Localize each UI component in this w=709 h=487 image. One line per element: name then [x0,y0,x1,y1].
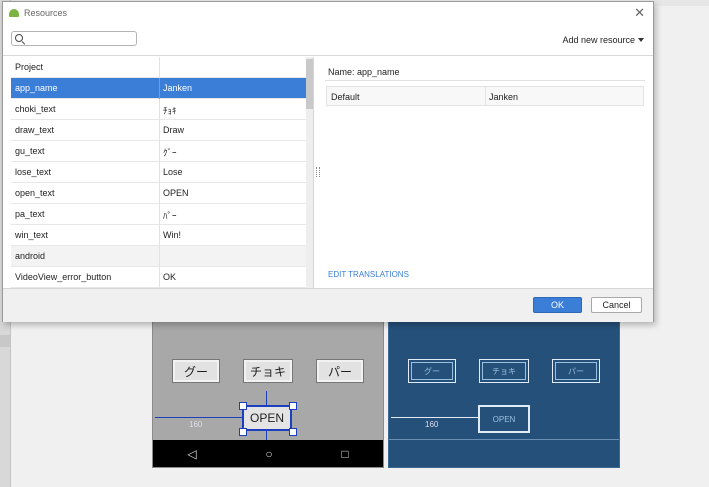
blueprint-choki-button[interactable]: チョキ [479,359,529,383]
resource-row[interactable]: pa_text ﾊﾟｰ [11,204,306,225]
resource-row[interactable]: win_text Win! [11,225,306,246]
home-icon[interactable]: ○ [265,447,272,461]
ok-button[interactable]: OK [533,297,582,313]
column-divider [159,99,160,120]
translations-table: Default Janken [326,86,644,106]
margin-label: 160 [189,420,203,429]
resource-key: pa_text [15,209,45,219]
column-divider [159,246,160,267]
divider [325,80,645,81]
resource-value: ｸﾞｰ [163,148,177,158]
resize-handle[interactable] [239,428,247,436]
blueprint-nav-bar [389,439,619,467]
group-label: android [15,251,46,261]
resource-row[interactable]: draw_text Draw [11,120,306,141]
column-divider [159,204,160,225]
constraint-spring [266,391,267,405]
close-icon[interactable]: ✕ [634,5,645,21]
resource-row[interactable]: choki_text ﾁｮｷ [11,99,306,120]
resource-value: OK [163,272,177,282]
preview-gu-button[interactable]: グー [172,359,220,383]
resize-handle[interactable] [239,402,247,410]
blueprint-gu-button[interactable]: グー [408,359,456,383]
blueprint-constraint-line [391,417,478,418]
group-header-project: Project [11,57,306,78]
preview-open-button[interactable]: OPEN [242,405,292,431]
locale-value[interactable]: Janken [489,92,518,102]
resource-key: win_text [15,230,49,240]
preview-choki-button[interactable]: チョキ [243,359,293,383]
design-preview: グー チョキ パー 160 OPEN ◁ ○ □ [152,318,384,468]
resource-key: open_text [15,188,55,198]
dialog-title: Resources [24,8,68,18]
recents-icon[interactable]: □ [341,447,348,461]
android-nav-bar: ◁ ○ □ [153,440,383,467]
search-input[interactable] [28,33,133,44]
resource-row[interactable]: app_name Janken [11,78,306,99]
group-label: Project [15,62,44,72]
constraint-line [155,417,242,418]
resources-dialog: Resources ✕ Add new resource Project app… [2,1,654,322]
dialog-footer: OK Cancel [3,288,653,322]
column-divider [159,141,160,162]
column-divider [159,78,160,99]
resource-list: Project app_name Janken choki_text ﾁｮｷ d… [11,57,306,288]
resize-handle[interactable] [289,428,297,436]
splitter-grip-icon[interactable] [316,167,320,177]
resource-key: lose_text [15,167,52,177]
column-divider [159,225,160,246]
edit-translations-link[interactable]: EDIT TRANSLATIONS [328,270,409,279]
add-new-resource-button[interactable]: Add new resource [562,35,644,45]
blueprint-pa-button[interactable]: パー [552,359,600,383]
chevron-down-icon [638,38,644,42]
back-icon[interactable]: ◁ [187,447,196,461]
preview-pa-button[interactable]: パー [316,359,364,383]
resource-value: ﾁｮｷ [163,106,177,116]
resource-row[interactable]: lose_text Lose [11,162,306,183]
resource-key: draw_text [15,125,55,135]
android-studio-icon [9,9,19,17]
resource-value: Lose [163,167,183,177]
list-scrollbar[interactable] [306,57,313,288]
resource-key: app_name [15,83,58,93]
column-divider [159,57,160,78]
resource-value: ﾊﾟｰ [163,211,177,221]
resource-row[interactable]: gu_text ｸﾞｰ [11,141,306,162]
name-label: Name: [328,67,355,77]
column-divider [485,87,486,105]
resource-value: Win! [163,230,181,240]
name-value: app_name [357,67,400,77]
blueprint-margin-label: 160 [425,420,439,429]
add-new-resource-label: Add new resource [562,35,635,45]
group-header-android: android [11,246,306,267]
resource-key: gu_text [15,146,45,156]
scrollbar-thumb[interactable] [306,59,313,109]
resource-value: Janken [163,83,193,93]
cancel-button[interactable]: Cancel [591,297,642,313]
search-icon [15,34,23,42]
resource-value: Draw [163,125,185,135]
resource-value: OPEN [163,188,189,198]
divider [3,55,653,56]
resource-key: choki_text [15,104,56,114]
resource-key: VideoView_error_button [15,272,112,282]
column-divider [159,267,160,288]
pane-splitter[interactable] [313,57,314,288]
column-divider [159,183,160,204]
blueprint-open-button[interactable]: OPEN [478,405,530,433]
blueprint-preview: グー チョキ パー 160 OPEN [388,318,620,468]
column-divider [159,120,160,141]
search-field[interactable] [11,31,137,46]
resize-handle[interactable] [289,402,297,410]
ide-left-marker [0,335,10,347]
column-divider [159,162,160,183]
resource-row[interactable]: VideoView_error_button OK [11,267,306,288]
resource-row[interactable]: open_text OPEN [11,183,306,204]
dialog-titlebar: Resources ✕ [3,2,653,24]
locale-label: Default [331,92,360,102]
